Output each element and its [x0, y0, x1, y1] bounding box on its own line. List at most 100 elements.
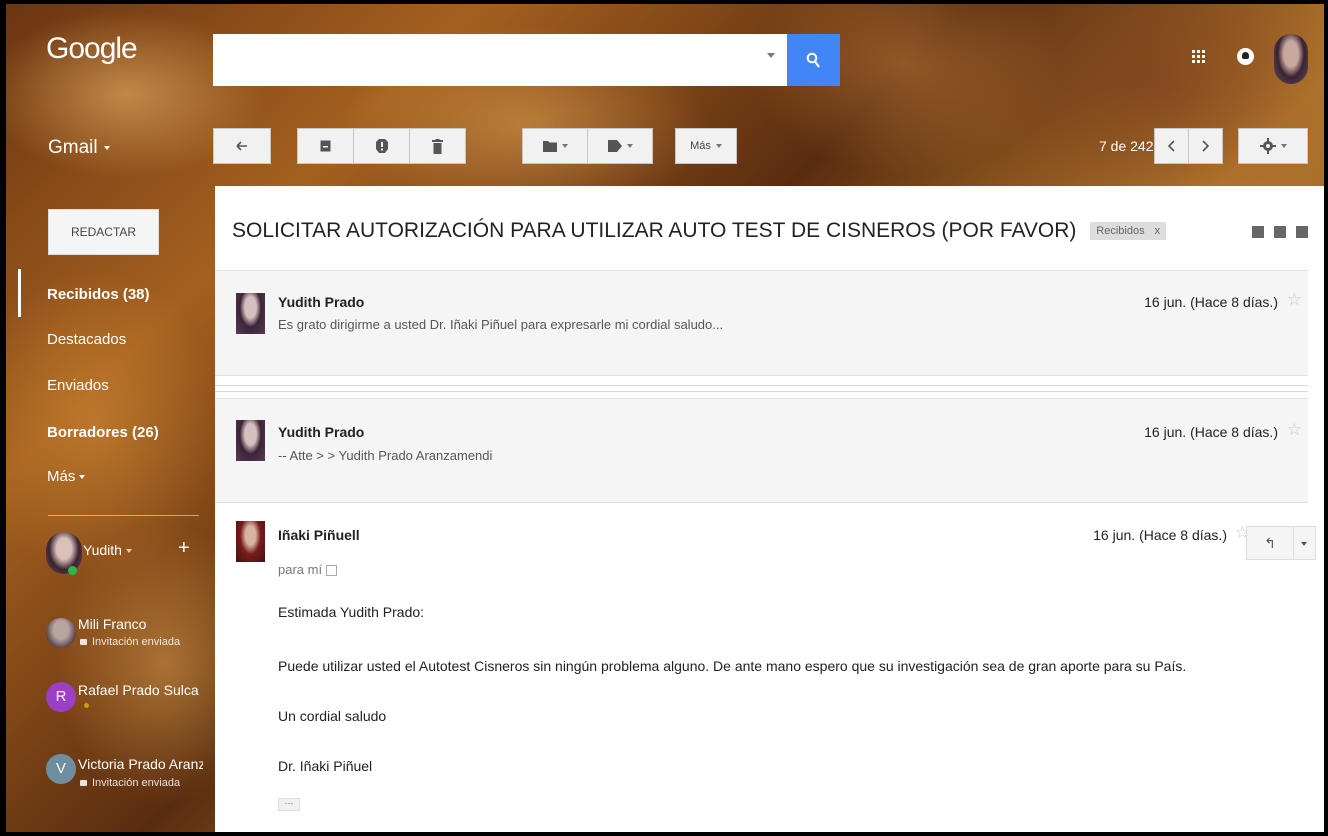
message-body-line: Puede utilizar usted el Autotest Cisnero… [278, 658, 1187, 674]
contact-avatar[interactable]: R [46, 682, 76, 712]
chevron-down-icon [125, 549, 132, 554]
reply-button[interactable]: ↰ [1246, 526, 1294, 560]
message-date: 16 jun. (Hace 8 días.) [1144, 294, 1278, 310]
expand-all-icon[interactable] [1252, 226, 1264, 238]
search-button[interactable] [787, 34, 840, 86]
thread-subject: SOLICITAR AUTORIZACIÓN PARA UTILIZAR AUT… [232, 219, 1167, 243]
recipient-details[interactable]: para mí [278, 562, 338, 577]
folder-icon [542, 141, 557, 152]
show-trimmed-content-button[interactable]: ··· [278, 798, 300, 811]
message-date: 16 jun. (Hace 8 días.) [1144, 424, 1278, 440]
sender-avatar [236, 420, 265, 461]
sidebar-item-drafts[interactable]: Borradores (26) [47, 424, 159, 441]
sidebar-item-inbox[interactable]: Recibidos (38) [47, 286, 150, 303]
gmail-window: Google Gmail Más 7 de 242 REDACTAR Recib… [6, 4, 1324, 832]
back-button[interactable] [213, 128, 271, 164]
print-icon[interactable] [1274, 226, 1286, 238]
message-body-line: Dr. Iñaki Piñuel [278, 758, 373, 774]
search-icon [806, 52, 820, 68]
contact-status-text: Invitación enviada [92, 636, 181, 648]
sidebar-item-sent[interactable]: Enviados [47, 377, 109, 394]
newer-button[interactable] [1154, 128, 1189, 164]
lock-icon [80, 639, 87, 646]
star-icon[interactable]: ☆ [1287, 420, 1302, 440]
contact-name[interactable]: Mili Franco [78, 616, 203, 632]
search-input[interactable] [213, 34, 787, 86]
thread-divider [215, 385, 1308, 386]
message-sender: Yudith Prado [278, 294, 365, 310]
label-icon [607, 140, 622, 152]
contact-status: Invitación enviada [80, 636, 180, 648]
gmail-label: Gmail [48, 137, 98, 158]
contact-name[interactable]: Rafael Prado Sulca [78, 682, 203, 698]
report-spam-icon [375, 139, 388, 153]
move-to-button[interactable] [522, 128, 588, 164]
more-actions-button[interactable]: Más [675, 128, 737, 164]
chevron-down-icon [715, 144, 722, 148]
message-sender: Yudith Prado [278, 424, 365, 440]
message-more-button[interactable] [1294, 526, 1316, 560]
back-arrow-icon [236, 141, 247, 151]
chevron-down-icon [626, 144, 633, 148]
active-folder-indicator [18, 269, 21, 317]
labels-button[interactable] [587, 128, 653, 164]
archive-button[interactable] [297, 128, 354, 164]
thread-subject-text: SOLICITAR AUTORIZACIÓN PARA UTILIZAR AUT… [232, 219, 1077, 242]
contact-avatar[interactable] [46, 618, 76, 648]
message-snippet: Es grato dirigirme a usted Dr. Iñaki Piñ… [278, 317, 724, 332]
message-body-line: Estimada Yudith Prado: [278, 604, 425, 620]
chat-user-menu[interactable]: Yudith [83, 542, 132, 558]
star-icon[interactable]: ☆ [1287, 290, 1302, 310]
pager-count: 7 de 242 [1099, 138, 1154, 154]
older-button[interactable] [1188, 128, 1223, 164]
sender-avatar [236, 293, 265, 334]
report-spam-button[interactable] [353, 128, 410, 164]
collapsed-message[interactable]: Yudith Prado Es grato dirigirme a usted … [215, 270, 1308, 376]
thread-actions [1252, 226, 1308, 238]
sidebar-item-more-label: Más [47, 468, 76, 485]
contact-status-text: Invitación enviada [92, 777, 181, 789]
sender-avatar [236, 521, 265, 562]
lock-icon [80, 780, 87, 787]
gear-icon [1259, 138, 1276, 154]
start-chat-plus-icon[interactable]: + [178, 537, 190, 560]
settings-button[interactable] [1238, 128, 1308, 164]
sidebar-item-more[interactable]: Más [47, 468, 86, 485]
more-actions-label: Más [690, 140, 711, 152]
new-window-icon[interactable] [1296, 226, 1308, 238]
show-details-icon[interactable] [326, 565, 338, 577]
chevron-down-icon [79, 475, 86, 480]
remove-label-icon[interactable]: x [1155, 225, 1161, 237]
apps-grid-icon[interactable] [1192, 50, 1206, 64]
contact-name[interactable]: Victoria Prado Aranz [78, 756, 203, 772]
chevron-down-icon [561, 144, 568, 148]
collapsed-message[interactable]: Yudith Prado -- Atte > > Yudith Prado Ar… [215, 398, 1308, 503]
google-logo[interactable]: Google [46, 32, 138, 66]
compose-button[interactable]: REDACTAR [48, 209, 159, 255]
thread-divider [215, 391, 1308, 392]
message-date: 16 jun. (Hace 8 días.) [1093, 527, 1227, 543]
recipient-text: para mí [278, 562, 323, 577]
gmail-menu[interactable]: Gmail [48, 137, 110, 159]
chevron-down-icon [1280, 144, 1287, 148]
sidebar-divider [48, 515, 199, 516]
chevron-left-icon [1168, 140, 1175, 152]
contact-avatar[interactable]: V [46, 754, 76, 784]
reply-icon: ↰ [1264, 535, 1276, 551]
conversation-panel: SOLICITAR AUTORIZACIÓN PARA UTILIZAR AUT… [215, 186, 1324, 832]
status-dot-icon [84, 703, 89, 708]
notifications-icon[interactable] [1237, 48, 1254, 65]
delete-button[interactable] [409, 128, 466, 164]
sidebar-item-starred[interactable]: Destacados [47, 331, 126, 348]
search-options-caret-icon[interactable] [767, 53, 775, 58]
trash-icon [432, 138, 443, 154]
chevron-right-icon [1202, 140, 1209, 152]
chevron-down-icon [103, 145, 110, 150]
message-snippet: -- Atte > > Yudith Prado Aranzamendi [278, 448, 493, 463]
account-avatar[interactable] [1274, 34, 1308, 84]
message-body-line: Un cordial saludo [278, 708, 387, 724]
message-sender: Iñaki Piñuell [278, 527, 360, 543]
online-status-icon [68, 566, 77, 575]
contact-status: Invitación enviada [80, 777, 180, 789]
thread-label-chip[interactable]: Recibidos x [1090, 222, 1167, 241]
